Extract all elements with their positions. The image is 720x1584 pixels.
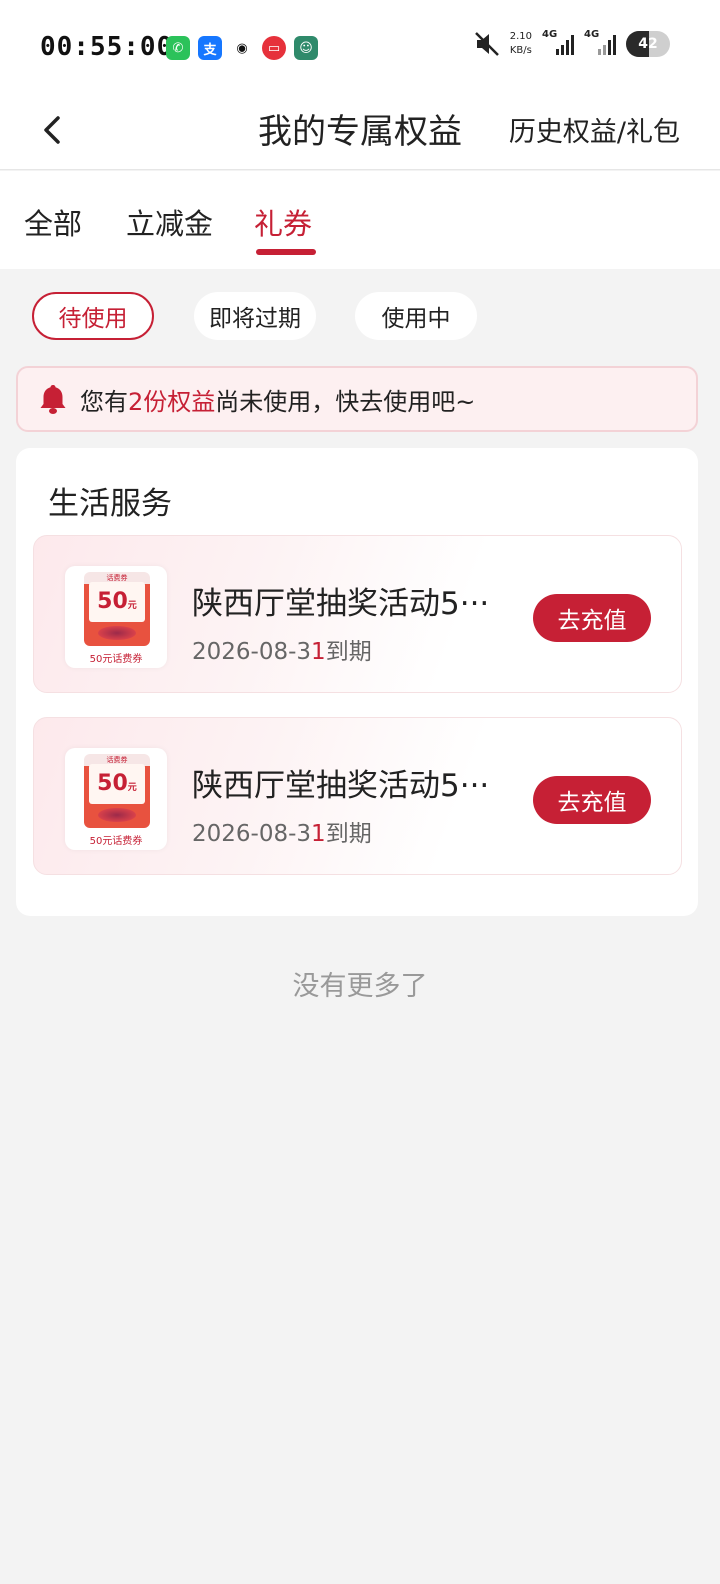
net-speed: 2.10 KB/s [510,30,532,58]
notice-prefix: 您有 [80,387,128,416]
coupon-thumbnail: 话费券 50元 50元话费券 [65,566,167,668]
notice-suffix: 尚未使用，快去使用吧~ [215,387,476,416]
thumb-decoration [98,808,136,822]
filter-in-use[interactable]: 使用中 [355,292,477,340]
notification-icons: ✆ 支 ◉ ▭ ☺ [166,36,318,60]
expiry-date: 2026-08-3 [192,821,312,847]
voucher-image: 话费券 50元 [84,572,150,646]
wechat-icon: ✆ [166,36,190,60]
tab-gift-voucher[interactable]: 礼券 [254,201,312,243]
recharge-button[interactable]: 去充值 [533,594,651,642]
life-services-card: 生活服务 话费券 50元 50元话费券 陕西厅堂抽奖活动5··· 2026-08… [16,448,698,916]
signal-label: 4G [584,29,600,40]
coupon-card[interactable]: 话费券 50元 50元话费券 陕西厅堂抽奖活动5··· 2026-08-31到期… [33,717,682,875]
thumb-caption: 50元话费券 [89,654,143,665]
thumb-caption: 50元话费券 [89,836,143,847]
avatar-app-icon: ☺ [294,36,318,60]
thumb-amount: 50 [97,589,128,614]
unused-notice: 您有2份权益尚未使用，快去使用吧~ [16,366,698,432]
voucher-image: 话费券 50元 [84,754,150,828]
battery-icon: 42 [626,31,670,57]
tab-all[interactable]: 全部 [24,201,82,243]
status-bar: 00:55:00 ✆ 支 ◉ ▭ ☺ 2.10 KB/s 4G 4G 42 [0,0,720,90]
thumb-amount: 50 [97,771,128,796]
thumb-unit: 元 [127,601,137,611]
expiry-date-highlight: 1 [311,821,326,847]
net-speed-unit: KB/s [509,45,532,56]
expiry-date-highlight: 1 [311,639,326,665]
qq-icon: ◉ [230,36,254,60]
signal-2-icon: 4G [584,29,616,55]
expiry-date: 2026-08-3 [192,639,312,665]
coupon-card[interactable]: 话费券 50元 50元话费券 陕西厅堂抽奖活动5··· 2026-08-31到期… [33,535,682,693]
nav-header: 我的专属权益 历史权益/礼包 [0,90,720,170]
section-title: 生活服务 [48,486,172,522]
thumb-unit: 元 [127,783,137,793]
thumb-decoration [98,626,136,640]
no-more-text: 没有更多了 [292,971,428,1002]
coupon-thumbnail: 话费券 50元 50元话费券 [65,748,167,850]
mute-icon [474,32,499,56]
coupon-expiry: 2026-08-31到期 [192,814,372,848]
history-benefits-link[interactable]: 历史权益/礼包 [509,110,680,149]
coupon-name: 陕西厅堂抽奖活动5··· [192,586,490,622]
status-time: 00:55:00 [40,32,174,62]
tab-discount[interactable]: 立减金 [126,201,213,243]
expiry-suffix: 到期 [325,821,372,847]
filter-expiring[interactable]: 即将过期 [194,292,316,340]
signal-label: 4G [542,29,558,40]
status-indicators: 2.10 KB/s 4G 4G 42 [474,29,670,58]
coupon-name: 陕西厅堂抽奖活动5··· [192,768,490,804]
notice-text: 您有2份权益尚未使用，快去使用吧~ [80,382,475,417]
battery-level: 42 [638,36,658,52]
coupon-expiry: 2026-08-31到期 [192,632,372,666]
recharge-button[interactable]: 去充值 [533,776,651,824]
bell-icon [40,385,66,414]
signal-1-icon: 4G [542,29,574,55]
alipay-icon: 支 [198,36,222,60]
net-speed-value: 2.10 [509,31,532,42]
china-mobile-icon: ▭ [262,36,286,60]
filter-pending[interactable]: 待使用 [32,292,154,340]
category-tabs: 全部 立减金 礼券 [0,171,720,269]
notice-count: 2份权益 [128,387,216,416]
active-tab-indicator [256,249,316,255]
expiry-suffix: 到期 [325,639,372,665]
